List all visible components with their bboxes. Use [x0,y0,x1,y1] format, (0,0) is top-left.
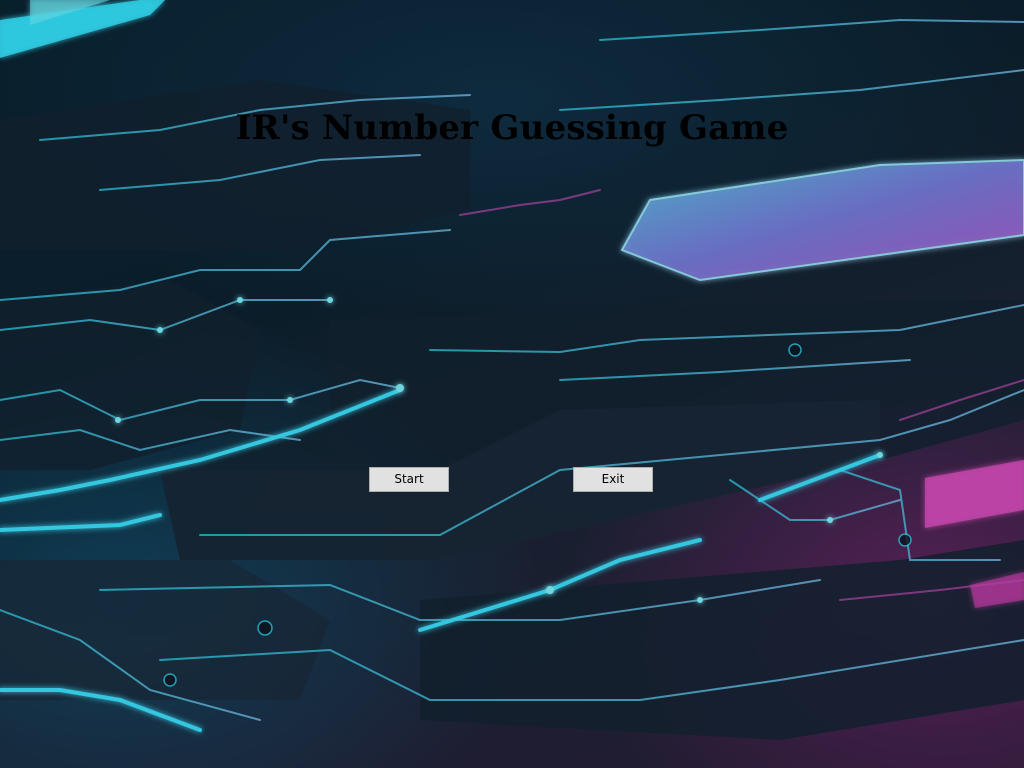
exit-button[interactable]: Exit [573,467,653,492]
game-window: IR's Number Guessing Game Start Exit [0,0,1024,768]
start-button[interactable]: Start [369,467,449,492]
game-title: IR's Number Guessing Game [235,108,789,148]
